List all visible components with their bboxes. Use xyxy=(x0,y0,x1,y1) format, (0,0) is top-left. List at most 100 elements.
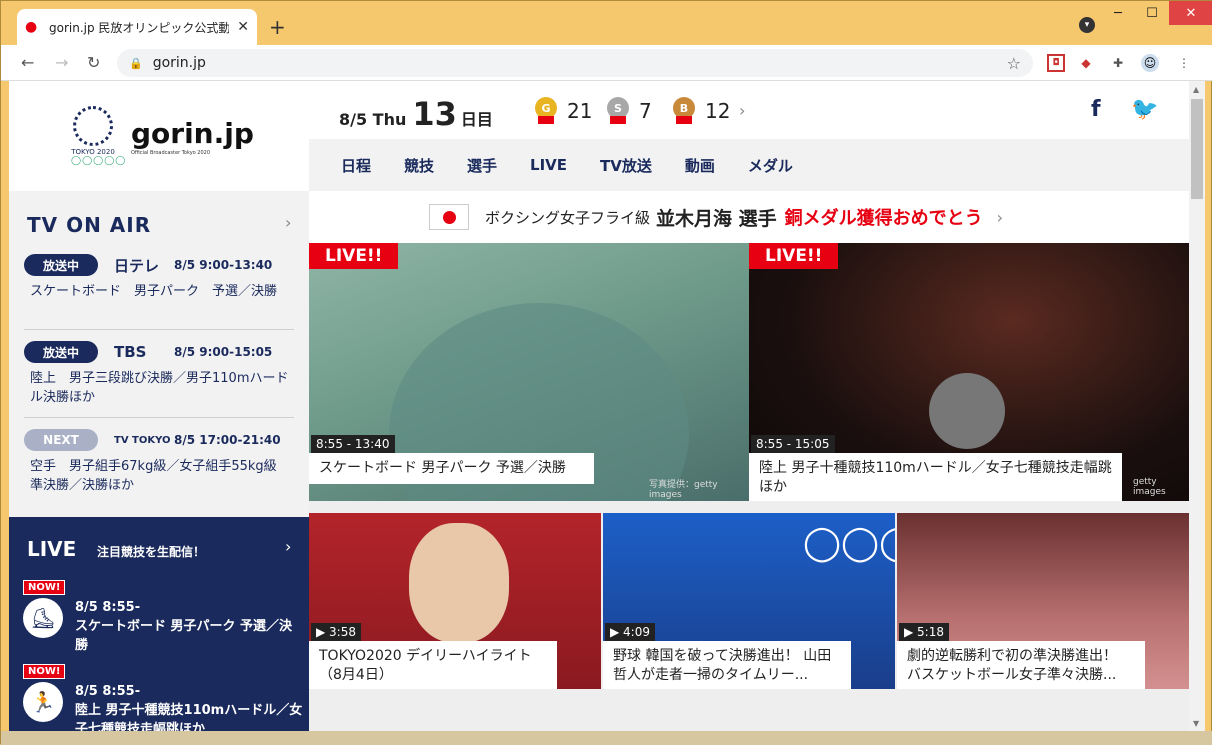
lock-icon: 🔒 xyxy=(129,56,143,70)
maximize-button[interactable]: ☐ xyxy=(1135,1,1169,25)
tab-close-icon[interactable]: ✕ xyxy=(237,19,249,35)
reload-icon[interactable]: ↻ xyxy=(87,53,100,72)
banner-athlete: 並木月海 選手 xyxy=(656,207,777,230)
scroll-thumb[interactable] xyxy=(1191,99,1203,199)
live-time: 8/5 8:55- xyxy=(75,600,141,615)
forward-arrow-icon[interactable]: → xyxy=(55,53,68,72)
live-item[interactable]: NOW! 🏃 8/5 8:55- 陸上 男子十種競技110mハードル／女子七種競… xyxy=(23,659,303,731)
live-card-athletics[interactable]: LIVE!! 8:55 - 15:05 陸上 男子十種競技110mハードル／女子… xyxy=(749,243,1189,501)
video-card-highlight[interactable]: ▶ 3:58 TOKYO2020 デイリーハイライト（8月4日） xyxy=(309,513,601,689)
silver-medal-count[interactable]: S 7 xyxy=(607,97,652,124)
nav-item-medals[interactable]: メダル xyxy=(748,155,793,176)
live-item[interactable]: NOW! ⛸ 8/5 8:55- スケートボード 男子パーク 予選／決勝 xyxy=(23,575,303,655)
nav-item-video[interactable]: 動画 xyxy=(685,155,715,176)
athletics-icon: 🏃 xyxy=(23,682,63,722)
status-badge: 放送中 xyxy=(24,254,98,276)
chevron-right-icon[interactable]: › xyxy=(285,537,291,556)
congrats-banner[interactable]: ボクシング女子フライ級 並木月海 選手 銅メダル獲得おめでとう › xyxy=(309,191,1189,243)
taskbar xyxy=(1,731,1212,745)
browser-window: ● gorin.jp 民放オリンピック公式動画 ✕ + ▾ ─ ☐ ✕ ← → … xyxy=(0,0,1212,745)
program-desc: スケートボード 男子パーク 予選／決勝 xyxy=(30,284,278,299)
page-scrollbar[interactable]: ▲ ▼ xyxy=(1189,81,1205,731)
now-badge: NOW! xyxy=(23,580,66,595)
tv-on-air-title[interactable]: TV ON AIR xyxy=(27,213,151,237)
gold-medal-count[interactable]: G 21 xyxy=(535,97,592,124)
minimize-button[interactable]: ─ xyxy=(1101,1,1135,25)
medal-count: 21 xyxy=(567,98,593,123)
logo-text: gorin.jp xyxy=(131,116,254,150)
nav-item-live[interactable]: LIVE xyxy=(530,156,567,174)
nav-item-tv[interactable]: TV放送 xyxy=(600,155,652,176)
duration-label: ▶ 4:09 xyxy=(605,623,655,641)
nav-item-athletes[interactable]: 選手 xyxy=(467,155,497,176)
back-arrow-icon[interactable]: ← xyxy=(21,53,34,72)
live-panel: LIVE 注目競技を生配信！ › NOW! ⛸ 8/5 8:55- スケートボー… xyxy=(9,517,309,731)
logo-area[interactable]: TOKYO 2020 ◯◯◯◯◯ gorin.jp Official Broad… xyxy=(9,81,309,191)
status-badge: 放送中 xyxy=(24,341,98,363)
facebook-icon[interactable]: f xyxy=(1091,97,1101,122)
profile-avatar-icon[interactable]: ☺ xyxy=(1141,54,1159,72)
shot-put-photo xyxy=(929,373,1005,449)
live-subtitle: 注目競技を生配信！ xyxy=(97,545,206,559)
bronze-medal-count[interactable]: B 12 xyxy=(673,97,730,124)
time-label: 8:55 - 13:40 xyxy=(311,435,395,453)
live-title[interactable]: LIVE xyxy=(27,537,76,561)
duration-label: ▶ 3:58 xyxy=(311,623,361,641)
video-card-basketball[interactable]: ▶ 5:18 劇的逆転勝利で初の準決勝進出！ バスケットボール女子準々決勝... xyxy=(897,513,1189,689)
emblem-icon xyxy=(73,106,113,146)
nav-item-schedule[interactable]: 日程 xyxy=(341,155,371,176)
photo-credit: 写真提供：getty images xyxy=(649,480,718,500)
browser-tab[interactable]: ● gorin.jp 民放オリンピック公式動画 ✕ xyxy=(17,9,257,45)
scroll-down-icon[interactable]: ▼ xyxy=(1193,719,1199,728)
logo-subtitle: Official Broadcaster Tokyo 2020 xyxy=(131,149,211,156)
program-time: 8/5 9:00-13:40 xyxy=(174,258,273,272)
card-caption: 陸上 男子十種競技110mハードル／女子七種競技走幅跳ほか xyxy=(749,453,1122,501)
gorin-favicon-icon: ● xyxy=(25,19,38,35)
left-column: TOKYO 2020 ◯◯◯◯◯ gorin.jp Official Broad… xyxy=(9,81,309,731)
tv-program-item[interactable]: 放送中 TBS 8/5 9:00-15:05 陸上 男子三段跳び決勝／男子110… xyxy=(24,340,294,407)
tv-program-item[interactable]: 放送中 日テレ 8/5 9:00-13:40 スケートボード 男子パーク 予選／… xyxy=(24,253,294,301)
program-desc: 空手 男子組手67kg級／女子組手55kg級 準決勝／決勝ほか xyxy=(30,459,290,493)
banner-event: ボクシング女子フライ級 xyxy=(485,208,651,227)
divider xyxy=(24,329,294,330)
address-bar[interactable]: 🔒 gorin.jp ☆ xyxy=(117,49,1033,77)
live-card-skateboard[interactable]: LIVE!! 8:55 - 13:40 スケートボード 男子パーク 予選／決勝 … xyxy=(309,243,749,501)
extension-icon[interactable]: ◘ xyxy=(1047,54,1065,72)
tab-strip: ● gorin.jp 民放オリンピック公式動画 ✕ + ▾ ─ ☐ ✕ xyxy=(1,1,1212,45)
twitter-icon[interactable]: 🐦 xyxy=(1131,97,1158,122)
day-suffix: 日目 xyxy=(460,110,493,129)
channel-logo: TBS xyxy=(114,343,147,361)
medal-count: 7 xyxy=(639,98,652,123)
web-page: TOKYO 2020 ◯◯◯◯◯ gorin.jp Official Broad… xyxy=(9,81,1189,731)
duration-label: ▶ 5:18 xyxy=(899,623,949,641)
menu-kebab-icon[interactable]: ⋮ xyxy=(1175,54,1193,72)
photo-credit: getty images xyxy=(1133,477,1166,497)
bookmark-star-icon[interactable]: ☆ xyxy=(1007,54,1021,73)
video-card-baseball[interactable]: ◯◯◯ ▶ 4:09 野球 韓国を破って決勝進出！ 山田哲人が走者一掃のタイムリ… xyxy=(603,513,895,689)
channel-logo: 日テレ xyxy=(114,256,160,275)
new-tab-button[interactable]: + xyxy=(269,15,286,39)
shield-extension-icon[interactable]: ◆ xyxy=(1077,54,1095,72)
close-window-button[interactable]: ✕ xyxy=(1169,1,1212,25)
tab-search-icon[interactable]: ▾ xyxy=(1079,17,1095,33)
tv-program-item[interactable]: NEXT TV TOKYO 8/5 17:00-21:40 空手 男子組手67k… xyxy=(24,428,294,495)
scroll-up-icon[interactable]: ▲ xyxy=(1193,85,1199,94)
card-caption: 野球 韓国を破って決勝進出！ 山田哲人が走者一掃のタイムリー... xyxy=(603,641,851,689)
gorin-logo[interactable]: gorin.jp Official Broadcaster Tokyo 2020 xyxy=(131,117,254,156)
url-text: gorin.jp xyxy=(152,55,206,71)
chevron-right-icon: › xyxy=(996,207,1004,227)
nav-item-sports[interactable]: 競技 xyxy=(404,155,434,176)
content-grid: LIVE!! 8:55 - 13:40 スケートボード 男子パーク 予選／決勝 … xyxy=(309,243,1189,731)
status-badge: NEXT xyxy=(24,429,98,451)
puzzle-extensions-icon[interactable]: ✚ xyxy=(1109,54,1127,72)
window-controls: ─ ☐ ✕ xyxy=(1101,1,1212,25)
tv-on-air-panel: TV ON AIR › 放送中 日テレ 8/5 9:00-13:40 スケートボ… xyxy=(9,191,309,517)
program-time: 8/5 17:00-21:40 xyxy=(174,433,281,447)
chevron-right-icon[interactable]: › xyxy=(285,213,291,232)
banner-message: 銅メダル獲得おめでとう xyxy=(784,208,983,229)
japan-flag-icon xyxy=(429,204,469,230)
time-label: 8:55 - 15:05 xyxy=(751,435,835,453)
chevron-right-icon[interactable]: › xyxy=(739,101,745,120)
main-nav: 日程 競技 選手 LIVE TV放送 動画 メダル xyxy=(309,139,1189,191)
now-badge: NOW! xyxy=(23,664,66,679)
